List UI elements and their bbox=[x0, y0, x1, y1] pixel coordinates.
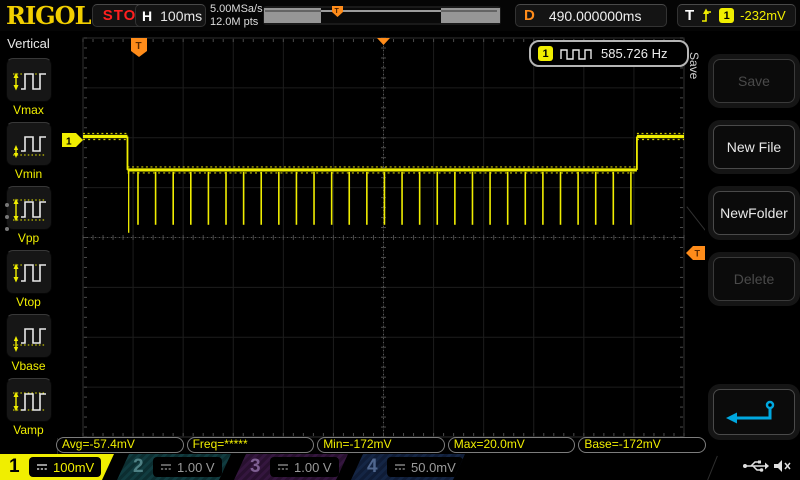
horizontal-timebase[interactable]: H 100ms bbox=[135, 4, 206, 27]
return-arrow-icon bbox=[726, 400, 775, 424]
vmax-icon bbox=[12, 72, 46, 91]
vamp-button[interactable] bbox=[5, 378, 52, 422]
menu-tab-save: Save bbox=[687, 52, 701, 80]
svg-text:T: T bbox=[695, 249, 701, 259]
menu-button-back[interactable] bbox=[713, 389, 795, 435]
vpp-icon bbox=[12, 198, 46, 222]
svg-text:T: T bbox=[136, 41, 142, 52]
oscilloscope-screen: RIGOL STOP H 100ms 5.00MSa/s 12.0M pts T bbox=[0, 0, 800, 480]
channel-4-status[interactable]: 4 50.0mV bbox=[351, 454, 465, 480]
vbase-label: Vbase bbox=[11, 359, 46, 373]
freq-source-badge: 1 bbox=[538, 46, 553, 61]
page-indicator-dot bbox=[5, 227, 9, 231]
dc-coupling-icon bbox=[36, 462, 48, 472]
svg-text:1: 1 bbox=[66, 137, 72, 148]
measurement-freq: Freq=***** bbox=[186, 437, 315, 453]
t-label: T bbox=[685, 7, 695, 24]
menu-button-new-folder[interactable]: NewFolder bbox=[713, 191, 795, 235]
trigger-level-value: -232mV bbox=[740, 8, 786, 23]
channel-2-scale: 1.00 V bbox=[177, 459, 215, 475]
softkey-menu: Save New File NewFolder Delete bbox=[705, 31, 800, 480]
channel-1-number: 1 bbox=[9, 456, 20, 477]
channel-status-bar: 1 100mV 2 1.00 V 3 1.00 V 4 50.0mV bbox=[0, 454, 800, 480]
vpp-label: Vpp bbox=[17, 231, 40, 245]
channel-1-status[interactable]: 1 100mV bbox=[0, 454, 114, 480]
channel-1-scale: 100mV bbox=[53, 459, 95, 475]
menu-button-new-file-label: New File bbox=[726, 139, 782, 155]
vpp-button[interactable] bbox=[5, 186, 52, 230]
trigger-status[interactable]: T 1 -232mV bbox=[677, 4, 796, 27]
thumbnail-svg: T bbox=[263, 6, 501, 25]
menu-button-new-folder-label: NewFolder bbox=[720, 205, 788, 221]
sample-rate: 5.00MSa/s bbox=[210, 3, 263, 15]
channel-3-number: 3 bbox=[250, 456, 261, 477]
measurement-max: Max=20.0mV bbox=[447, 437, 576, 453]
menu-button-delete-label: Delete bbox=[733, 271, 775, 287]
vmin-icon bbox=[12, 136, 46, 158]
channel-2-status[interactable]: 2 1.00 V bbox=[117, 454, 231, 480]
rigol-logo: RIGOL bbox=[6, 1, 91, 30]
menu-button-new-file[interactable]: New File bbox=[713, 125, 795, 169]
waveform-overview-thumbnail: T bbox=[263, 6, 501, 30]
rising-edge-icon bbox=[702, 8, 712, 22]
dc-coupling-icon bbox=[394, 462, 406, 472]
delay-value: 490.000000ms bbox=[548, 7, 642, 24]
page-indicator-dot bbox=[5, 215, 9, 219]
menu-button-delete[interactable]: Delete bbox=[713, 257, 795, 301]
measure-sidebar: Vertical Vmax Vmin Vpp Vtop Vbase Vamp bbox=[0, 31, 58, 480]
vbase-button[interactable] bbox=[5, 314, 52, 358]
sidebar-item-vmin[interactable]: Vmin bbox=[0, 122, 57, 181]
square-wave-icon bbox=[560, 48, 592, 60]
sidebar-item-vamp[interactable]: Vamp bbox=[0, 378, 57, 437]
measurement-min: Min=-172mV bbox=[317, 437, 445, 453]
usb-icon bbox=[743, 460, 769, 472]
vtop-button[interactable] bbox=[5, 250, 52, 294]
horizontal-delay[interactable]: D 490.000000ms bbox=[515, 4, 667, 27]
measurement-base: Base=-172mV bbox=[578, 437, 706, 453]
menu-button-save-label: Save bbox=[738, 73, 770, 89]
menu-button-save[interactable]: Save bbox=[713, 59, 795, 103]
dc-coupling-icon bbox=[160, 462, 172, 472]
sidebar-item-vmax[interactable]: Vmax bbox=[0, 58, 57, 117]
vbase-icon bbox=[12, 328, 46, 352]
vmin-button[interactable] bbox=[5, 122, 52, 166]
vtop-label: Vtop bbox=[16, 295, 41, 309]
channel-4-scale: 50.0mV bbox=[411, 459, 456, 475]
vtop-icon bbox=[12, 263, 46, 283]
vmax-label: Vmax bbox=[13, 103, 44, 117]
timebase-value: 100ms bbox=[160, 7, 203, 24]
d-label: D bbox=[524, 7, 535, 24]
sidebar-title: Vertical bbox=[7, 36, 50, 51]
channel-3-scale: 1.00 V bbox=[294, 459, 332, 475]
channel-2-number: 2 bbox=[133, 456, 144, 477]
dc-coupling-icon bbox=[277, 462, 289, 472]
vmin-label: Vmin bbox=[14, 167, 43, 181]
page-indicator-dot bbox=[5, 203, 9, 207]
frequency-value: 585.726 Hz bbox=[601, 46, 668, 61]
memory-depth: 12.0M pts bbox=[210, 16, 259, 28]
vamp-icon bbox=[12, 391, 46, 412]
waveform-display: 1 T T bbox=[57, 31, 705, 438]
trigger-level-marker[interactable]: T bbox=[686, 246, 705, 260]
top-status-bar: RIGOL STOP H 100ms 5.00MSa/s 12.0M pts T bbox=[0, 0, 800, 32]
acquisition-info: 5.00MSa/s 12.0M pts bbox=[210, 3, 263, 29]
ch1-ground-marker[interactable]: 1 bbox=[62, 133, 83, 148]
speaker-muted-icon bbox=[774, 460, 791, 472]
trigger-position-triangle bbox=[377, 38, 390, 45]
channel-3-status[interactable]: 3 1.00 V bbox=[234, 454, 348, 480]
channel-4-number: 4 bbox=[367, 456, 378, 477]
measurement-avg: Avg=-57.4mV bbox=[56, 437, 184, 453]
frequency-counter: 1 585.726 Hz bbox=[529, 40, 689, 67]
sidebar-item-vtop[interactable]: Vtop bbox=[0, 250, 57, 309]
vmax-button[interactable] bbox=[5, 58, 52, 102]
scope-graticule-svg: 1 T T bbox=[62, 37, 705, 438]
sidebar-item-vbase[interactable]: Vbase bbox=[0, 314, 57, 373]
h-label: H bbox=[142, 7, 153, 24]
measurement-results-bar: Avg=-57.4mV Freq=***** Min=-172mV Max=20… bbox=[56, 437, 706, 453]
trigger-source-badge: 1 bbox=[719, 8, 735, 23]
graticule-grid bbox=[82, 37, 685, 438]
svg-text:T: T bbox=[335, 8, 340, 15]
vamp-label: Vamp bbox=[13, 423, 44, 437]
